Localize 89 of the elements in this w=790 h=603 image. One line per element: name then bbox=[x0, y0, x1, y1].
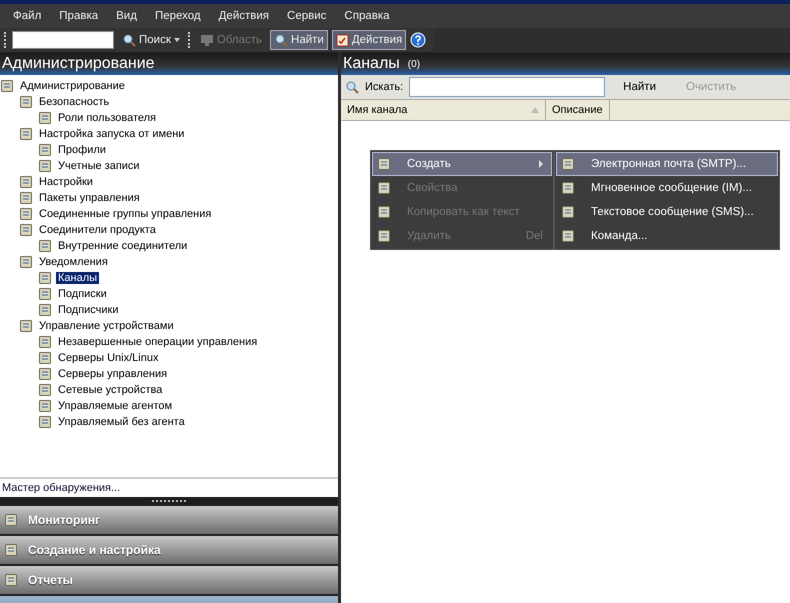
submenu-item[interactable]: Электронная почта (SMTP)... bbox=[556, 152, 778, 176]
submenu-item[interactable]: Текстовое сообщение (SMS)... bbox=[556, 200, 778, 224]
menu-item[interactable]: Справка bbox=[335, 10, 399, 22]
tree-node-icon bbox=[19, 319, 33, 333]
tree-node-icon bbox=[38, 143, 52, 157]
menu-item[interactable]: Вид bbox=[107, 10, 146, 22]
tree-node-icon bbox=[38, 271, 52, 285]
tree-item[interactable]: Настройки bbox=[37, 176, 95, 188]
menu-item-icon bbox=[561, 205, 575, 219]
tree-node-icon bbox=[38, 335, 52, 349]
scope-icon bbox=[200, 33, 214, 47]
menu-item-icon bbox=[377, 205, 391, 219]
menu-item[interactable]: Правка bbox=[50, 10, 108, 22]
tree-node-icon bbox=[38, 303, 52, 317]
submenu-arrow-icon bbox=[539, 160, 543, 168]
menu-item-icon bbox=[377, 181, 391, 195]
tree-node-icon bbox=[19, 191, 33, 205]
tree-item[interactable]: Пакеты управления bbox=[37, 192, 142, 204]
tree-item[interactable]: Сетевые устройства bbox=[56, 384, 164, 396]
search-button[interactable]: Поиск bbox=[118, 30, 184, 50]
search-icon bbox=[122, 33, 136, 47]
tree-item[interactable]: Безопасность bbox=[37, 96, 112, 108]
panel-title: Каналы bbox=[343, 55, 400, 73]
panel-title: Администрирование bbox=[2, 55, 155, 73]
tree-node-icon bbox=[38, 239, 52, 253]
submenu-item[interactable]: Мгновенное сообщение (IM)... bbox=[556, 176, 778, 200]
tree-item[interactable]: Внутренние соединители bbox=[56, 240, 190, 252]
search-icon bbox=[345, 80, 359, 94]
tree-item[interactable]: Профили bbox=[56, 144, 108, 156]
item-count: (0) bbox=[408, 58, 420, 70]
tree-item[interactable]: Подписчики bbox=[56, 304, 121, 316]
find-button[interactable]: Найти bbox=[611, 81, 668, 93]
tree-item[interactable]: Управление устройствами bbox=[37, 320, 176, 332]
nav-icon bbox=[4, 543, 18, 557]
tree-node-icon bbox=[0, 79, 14, 93]
menu-item[interactable]: Действия bbox=[210, 10, 278, 22]
search-icon bbox=[274, 33, 288, 47]
tree-node-icon bbox=[38, 367, 52, 381]
actions-button[interactable]: Действия bbox=[332, 30, 406, 50]
search-field[interactable] bbox=[12, 31, 114, 49]
column-header[interactable]: Имя канала bbox=[341, 100, 546, 120]
tree-node-icon bbox=[38, 159, 52, 173]
tree-item[interactable]: Роли пользователя bbox=[56, 112, 158, 124]
tree-node-icon bbox=[19, 255, 33, 269]
tree-node-icon bbox=[19, 95, 33, 109]
menu-item-icon bbox=[561, 229, 575, 243]
tree-node-icon bbox=[38, 383, 52, 397]
menu-item-icon bbox=[377, 229, 391, 243]
discovery-wizard-link[interactable]: Мастер обнаружения... bbox=[2, 482, 120, 494]
tree-node-icon bbox=[19, 127, 33, 141]
column-header[interactable]: Описание bbox=[546, 100, 610, 120]
search-label: Искать: bbox=[365, 81, 404, 93]
tree-node-icon bbox=[38, 111, 52, 125]
menu-item[interactable]: Переход bbox=[146, 10, 210, 22]
tree-node-icon bbox=[19, 223, 33, 237]
tree-node-icon bbox=[38, 399, 52, 413]
tree-item[interactable]: Соединенные группы управления bbox=[37, 208, 214, 220]
tree-node-icon bbox=[38, 287, 52, 301]
tree-node-icon bbox=[19, 207, 33, 221]
search-field[interactable] bbox=[409, 77, 606, 97]
nav-icon bbox=[4, 573, 18, 587]
menu-item[interactable]: Файл bbox=[4, 10, 50, 22]
menu-item-icon bbox=[561, 181, 575, 195]
tree-item[interactable]: Настройка запуска от имени bbox=[37, 128, 186, 140]
tree-node-icon bbox=[19, 175, 33, 189]
tree-item[interactable]: Серверы Unix/Linux bbox=[56, 352, 160, 364]
tree-item[interactable]: Управляемый без агента bbox=[56, 416, 187, 428]
tree-item[interactable]: Соединители продукта bbox=[37, 224, 158, 236]
nav-icon bbox=[4, 513, 18, 527]
tree-node-icon bbox=[38, 351, 52, 365]
menu-item-icon bbox=[377, 157, 391, 171]
tree-item[interactable]: Каналы bbox=[56, 272, 100, 284]
clipboard-icon bbox=[336, 33, 349, 47]
find-button[interactable]: Найти bbox=[270, 30, 328, 50]
tree-item[interactable]: Серверы управления bbox=[56, 368, 170, 380]
tree-item[interactable]: Подписки bbox=[56, 288, 109, 300]
tree-item[interactable]: Администрирование bbox=[18, 80, 127, 92]
menu-item-icon bbox=[561, 157, 575, 171]
tree-item[interactable]: Учетные записи bbox=[56, 160, 142, 172]
context-menu-item[interactable]: Создать bbox=[372, 152, 552, 176]
tree-node-icon bbox=[38, 415, 52, 429]
caret-icon bbox=[174, 38, 180, 42]
menu-item[interactable]: Сервис bbox=[278, 10, 336, 22]
submenu-item[interactable]: Команда... bbox=[556, 224, 778, 248]
help-icon[interactable] bbox=[410, 32, 426, 48]
sort-icon bbox=[531, 107, 539, 113]
tree-item[interactable]: Управляемые агентом bbox=[56, 400, 174, 412]
tree-item[interactable]: Уведомления bbox=[37, 256, 110, 268]
tree-item[interactable]: Незавершенные операции управления bbox=[56, 336, 260, 348]
